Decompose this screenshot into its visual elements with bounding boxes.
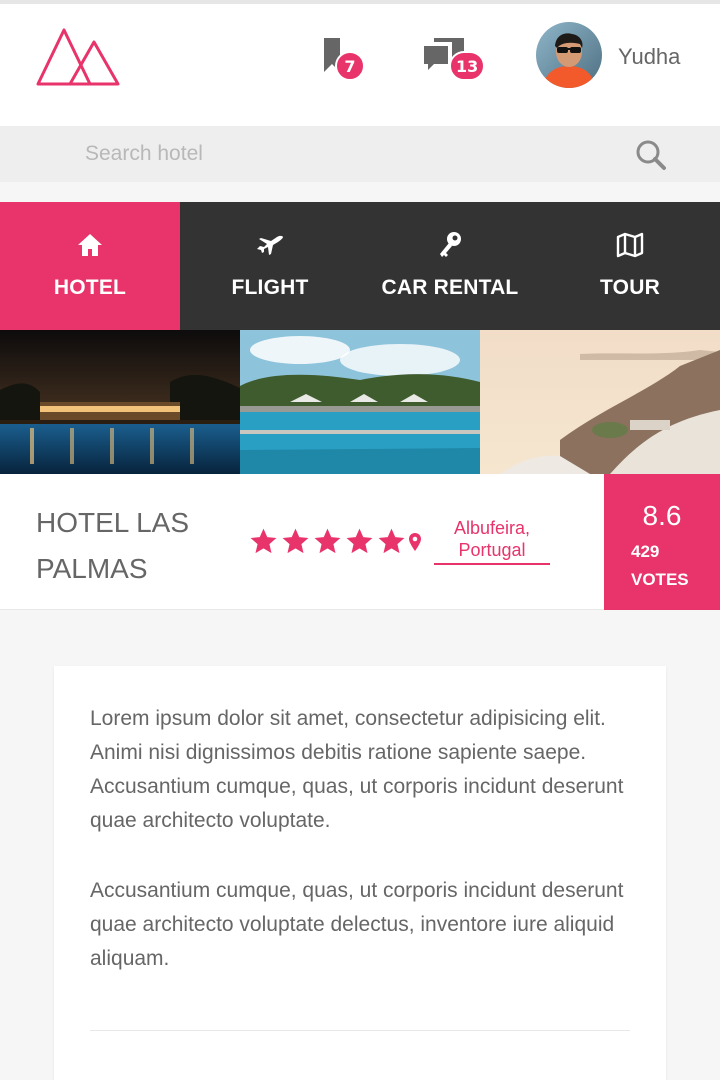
tab-label: CAR RENTAL [381, 276, 519, 299]
rating-score: 8.6 [642, 500, 682, 531]
votes-label: VOTES [631, 570, 689, 589]
user-avatar-image [536, 22, 602, 88]
star-rating [248, 526, 407, 557]
hotel-location-link[interactable]: Albufeira, Portugal [434, 517, 550, 565]
gallery-photo-seaside-terrace[interactable] [480, 330, 720, 474]
divider [90, 1030, 630, 1031]
gallery-photo-resort-pool[interactable] [240, 330, 480, 474]
rating-votes: 429 VOTES [631, 538, 689, 594]
messages-badge: 13 [449, 51, 486, 81]
tab-tour[interactable]: TOUR [540, 202, 720, 330]
map-icon [616, 232, 644, 258]
messages-button[interactable]: 13 [420, 36, 486, 86]
search-input[interactable] [0, 126, 630, 182]
star-icon [346, 528, 373, 554]
search-icon[interactable] [634, 138, 668, 172]
gallery-photo-night-pool[interactable] [0, 330, 240, 474]
app-header: 7 13 Yudha [0, 4, 720, 126]
description-paragraph: Accusantium cumque, quas, ut corporis in… [90, 879, 624, 970]
tab-label: TOUR [600, 276, 660, 299]
star-icon [314, 528, 341, 554]
tab-hotel[interactable]: HOTEL [0, 202, 180, 330]
plane-icon [257, 235, 283, 255]
bookmarks-button[interactable]: 7 [318, 36, 368, 86]
description-card: Lorem ipsum dolor sit amet, consectetur … [54, 666, 666, 1080]
key-icon [440, 232, 461, 257]
star-icon [282, 528, 309, 554]
logo-icon[interactable] [36, 26, 120, 88]
photo-gallery [0, 330, 720, 474]
search-bar [0, 126, 720, 182]
tab-car-rental[interactable]: CAR RENTAL [360, 202, 540, 330]
rating-box: 8.6 429 VOTES [604, 474, 720, 610]
home-icon [78, 234, 102, 256]
star-icon [378, 528, 405, 554]
votes-count: 429 [631, 542, 660, 561]
tab-label: HOTEL [53, 276, 127, 299]
map-pin-icon [409, 533, 421, 551]
user-name[interactable]: Yudha [618, 44, 680, 70]
bookmarks-badge: 7 [335, 51, 365, 81]
description-paragraph: Lorem ipsum dolor sit amet, consectetur … [90, 707, 624, 832]
hotel-name: HOTEL LAS PALMAS [36, 507, 190, 584]
star-icon [250, 528, 277, 554]
avatar[interactable] [536, 22, 602, 88]
hotel-info-bar: HOTEL LAS PALMAS Albufeira, Portugal 8.6… [0, 474, 720, 610]
tab-flight[interactable]: FLIGHT [180, 202, 360, 330]
category-nav: HOTEL FLIGHT CAR RENTAL TOUR [0, 202, 720, 330]
tab-label: FLIGHT [231, 276, 309, 299]
